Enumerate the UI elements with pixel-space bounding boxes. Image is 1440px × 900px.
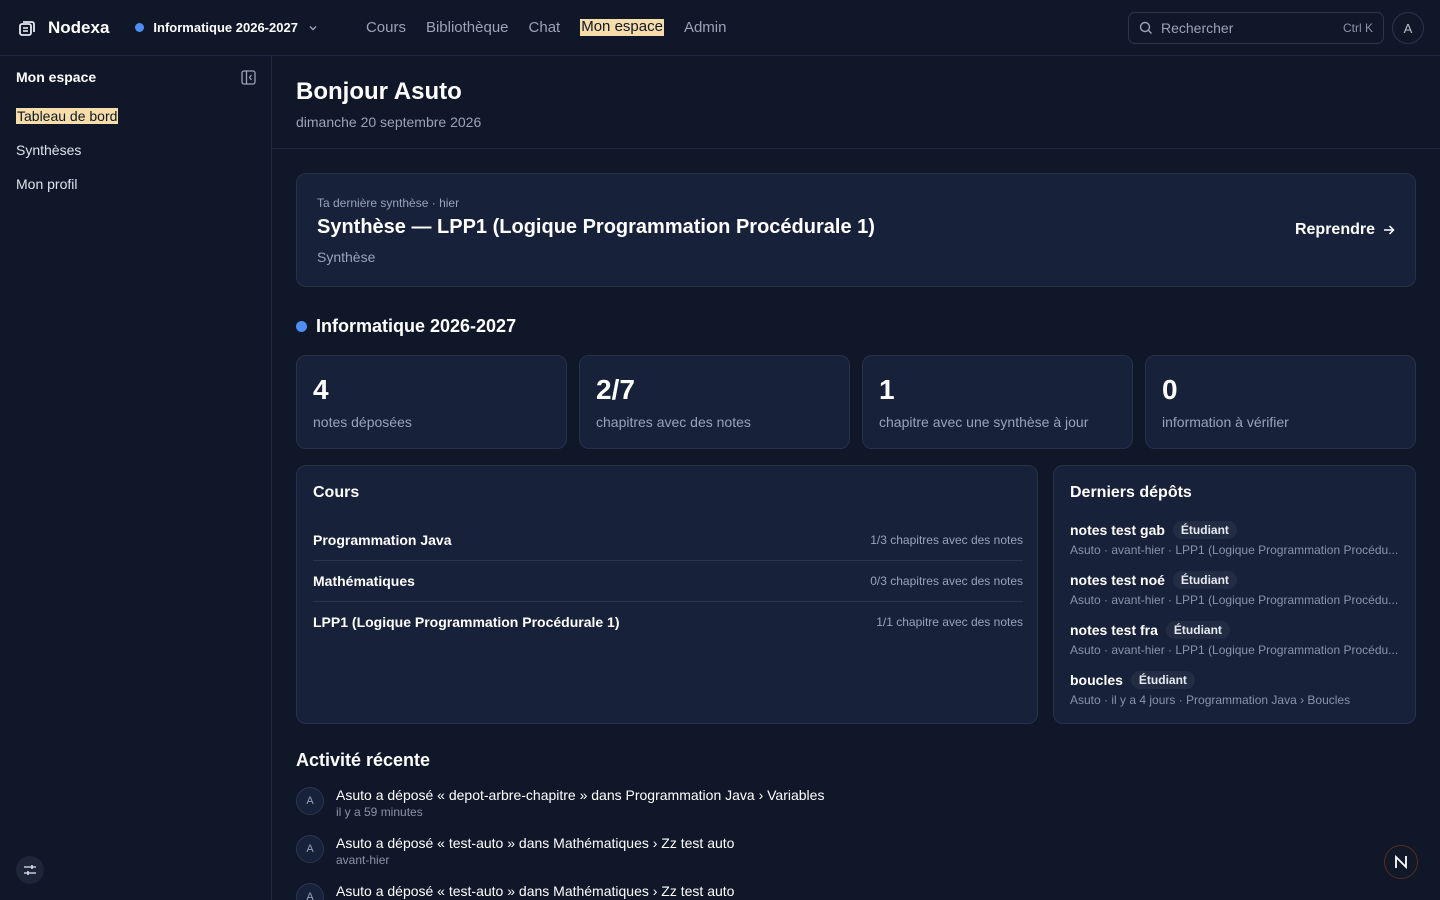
stat-value: 4 [313, 374, 329, 405]
sidebar-item-syntheses[interactable]: Synthèses [16, 142, 118, 176]
course-meta: 0/3 chapitres avec des notes [870, 573, 1023, 588]
chevron-down-icon [309, 25, 317, 30]
deposit-meta: Asuto · avant-hier · LPP1 (Logique Progr… [1070, 593, 1399, 607]
course-row[interactable]: Programmation Java 1/3 chapitres avec de… [313, 519, 1023, 560]
activity-text: Asuto a déposé « test-auto » dans Mathém… [336, 883, 735, 899]
workspace-dot [296, 321, 307, 332]
sidebar-item-label: Mon profil [16, 176, 78, 192]
role-badge: Étudiant [1172, 521, 1237, 539]
sidebar-item-label: Tableau de bord [16, 108, 119, 124]
stat-label: notes déposées [313, 414, 412, 430]
deposit-name: notes test fra [1070, 622, 1158, 638]
sidebar-title: Mon espace [16, 69, 97, 85]
avatar: A [296, 883, 324, 900]
sidebar: Mon espace Tableau de bord Synthèses Mon… [0, 56, 272, 900]
course-meta: 1/1 chapitre avec des notes [876, 614, 1023, 629]
page-date: dimanche 20 septembre 2026 [296, 114, 482, 130]
deposit-item[interactable]: notes test gab Étudiant Asuto · avant-hi… [1070, 521, 1400, 557]
course-row[interactable]: LPP1 (Logique Programmation Procédurale … [313, 601, 1023, 642]
nav-mon-espace[interactable]: Mon espace [580, 19, 664, 36]
workspace-label: Informatique 2026-2027 [153, 20, 298, 35]
nav-chat[interactable]: Chat [529, 19, 561, 36]
last-synthesis-title: Synthèse — LPP1 (Logique Programmation P… [317, 216, 875, 238]
activity-item[interactable]: A Asuto a déposé « test-auto » dans Math… [296, 883, 734, 900]
sliders-icon [24, 865, 36, 875]
activity-item[interactable]: A Asuto a déposé « test-auto » dans Math… [296, 835, 734, 867]
nav-admin[interactable]: Admin [684, 19, 727, 36]
deposit-meta: Asuto · avant-hier · LPP1 (Logique Progr… [1070, 543, 1399, 557]
resume-button-label: Reprendre [1294, 221, 1375, 238]
workspace-section-header: Informatique 2026-2027 [296, 316, 516, 337]
workspace-section-title: Informatique 2026-2027 [316, 316, 517, 336]
resume-button[interactable]: Reprendre [1295, 221, 1395, 239]
course-name: LPP1 (Logique Programmation Procédurale … [313, 613, 620, 630]
brand[interactable]: Nodexa [18, 18, 109, 38]
last-synthesis-kicker: Ta dernière synthèse · hier [317, 196, 460, 210]
activity-time: il y a 59 minutes [336, 805, 423, 819]
stat-value: 2/7 [596, 374, 635, 405]
search-placeholder: Rechercher [1161, 20, 1234, 36]
search-shortcut: Ctrl K [1343, 21, 1373, 35]
course-name: Programmation Java [313, 531, 452, 548]
course-name: Mathématiques [313, 572, 415, 589]
role-badge: Étudiant [1130, 671, 1195, 689]
deposit-meta: Asuto · il y a 4 jours · Programmation J… [1070, 693, 1351, 707]
activity-text: Asuto a déposé « test-auto » dans Mathém… [336, 835, 735, 851]
last-synthesis-card[interactable]: Ta dernière synthèse · hier Synthèse — L… [296, 173, 1416, 287]
sidebar-item-label: Synthèses [16, 142, 82, 158]
stat-card: 0 information à vérifier [1145, 355, 1416, 449]
stat-card: 2/7 chapitres avec des notes [579, 355, 850, 449]
deposits-title: Derniers dépôts [1070, 484, 1192, 501]
stat-value: 1 [879, 374, 895, 405]
stat-value: 0 [1162, 374, 1178, 405]
nav-bibliotheque[interactable]: Bibliothèque [426, 19, 509, 36]
n-logo-icon [1395, 854, 1407, 870]
arrow-right-icon [1384, 225, 1395, 235]
top-bar: Nodexa Informatique 2026-2027 Cours Bibl… [0, 0, 1440, 56]
activity-text: Asuto a déposé « depot-arbre-chapitre » … [336, 787, 825, 803]
activity-item[interactable]: A Asuto a déposé « depot-arbre-chapitre … [296, 787, 824, 819]
deposit-item[interactable]: boucles Étudiant Asuto · il y a 4 jours … [1070, 671, 1400, 707]
settings-button[interactable] [16, 856, 44, 884]
course-meta: 1/3 chapitres avec des notes [870, 532, 1023, 547]
sidebar-collapse-icon[interactable] [241, 70, 256, 85]
role-badge: Étudiant [1172, 571, 1237, 589]
deposit-item[interactable]: notes test fra Étudiant Asuto · avant-hi… [1070, 621, 1400, 657]
course-row[interactable]: Mathématiques 0/3 chapitres avec des not… [313, 560, 1023, 601]
activity-title: Activité récente [296, 750, 431, 770]
stat-label: chapitres avec des notes [596, 414, 751, 430]
workspace-dot [135, 23, 145, 32]
main-nav: Cours Bibliothèque Chat Mon espace Admin [366, 19, 727, 36]
page-title: Bonjour Asuto [296, 78, 462, 105]
role-badge: Étudiant [1165, 621, 1230, 639]
stat-card: 4 notes déposées [296, 355, 567, 449]
sidebar-item-mon-profil[interactable]: Mon profil [16, 176, 118, 210]
deposit-name: boucles [1070, 672, 1123, 688]
activity-time: avant-hier [336, 853, 390, 867]
last-synthesis-subtitle: Synthèse [317, 249, 376, 265]
deposit-meta: Asuto · avant-hier · LPP1 (Logique Progr… [1070, 643, 1399, 657]
assistant-launcher-button[interactable] [1384, 845, 1418, 879]
app-name: Nodexa [48, 17, 110, 37]
search-input[interactable]: Rechercher Ctrl K [1128, 12, 1384, 44]
sidebar-item-tableau-de-bord[interactable]: Tableau de bord [16, 108, 119, 142]
recent-deposits-card: Derniers dépôts notes test gab Étudiant … [1053, 465, 1416, 724]
courses-title: Cours [313, 484, 360, 501]
search-icon [1139, 21, 1152, 34]
stat-label: chapitre avec une synthèse à jour [879, 414, 1089, 430]
stat-label: information à vérifier [1162, 414, 1289, 430]
app-logo-icon [19, 20, 35, 36]
stat-card: 1 chapitre avec une synthèse à jour [862, 355, 1133, 449]
header-divider [272, 148, 1440, 149]
deposit-item[interactable]: notes test noé Étudiant Asuto · avant-hi… [1070, 571, 1400, 607]
user-avatar[interactable]: A [1392, 12, 1424, 44]
nav-cours[interactable]: Cours [366, 19, 406, 36]
courses-card: Cours Programmation Java 1/3 chapitres a… [296, 465, 1038, 724]
main-content: Bonjour Asuto dimanche 20 septembre 2026… [272, 56, 1440, 900]
deposit-name: notes test noé [1070, 572, 1165, 588]
deposit-name: notes test gab [1070, 522, 1165, 538]
avatar: A [296, 835, 324, 863]
workspace-selector[interactable]: Informatique 2026-2027 [135, 20, 318, 35]
avatar: A [296, 787, 324, 815]
